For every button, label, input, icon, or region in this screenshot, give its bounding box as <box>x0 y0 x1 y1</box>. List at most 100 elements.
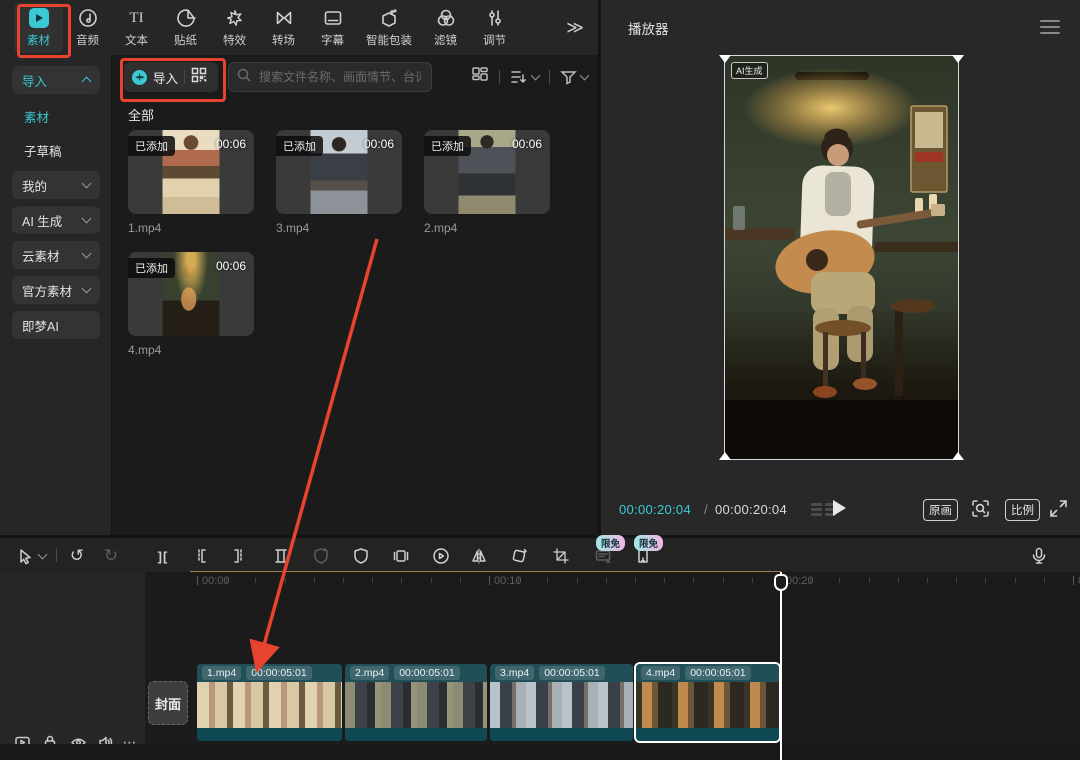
mirror-icon[interactable] <box>468 545 490 567</box>
background-icon[interactable] <box>390 545 412 567</box>
free-limited-badge: 限免 <box>596 535 625 551</box>
expand-panels-button[interactable]: ≫ <box>566 18 584 38</box>
split-keep-right-icon[interactable] <box>228 545 250 567</box>
chevron-down-icon[interactable] <box>36 545 48 567</box>
timeline-ruler[interactable]: 00:00 00:10 00:20 0 <box>0 572 1080 596</box>
tab-captions[interactable]: 字幕 <box>308 3 357 53</box>
crop-icon[interactable] <box>550 545 572 567</box>
media-view-tools <box>471 62 588 92</box>
clip-duration: 00:00:05:01 <box>539 666 604 680</box>
delete-segment-icon[interactable] <box>270 545 292 567</box>
tab-label: 贴纸 <box>174 32 197 48</box>
split-keep-left-icon[interactable] <box>190 545 212 567</box>
text-icon: TI <box>129 7 143 29</box>
added-badge: 已添加 <box>128 258 175 278</box>
sticker-icon <box>176 7 196 29</box>
filter-icon[interactable] <box>560 69 588 85</box>
preview-zoom-icon[interactable] <box>971 499 990 523</box>
resize-handle[interactable] <box>952 55 964 63</box>
timeline-clip-2[interactable]: 2.mp4 00:00:05:01 <box>345 664 487 741</box>
tab-label: 音频 <box>76 32 99 48</box>
added-badge: 已添加 <box>424 136 471 156</box>
media-library-panel: 素材 音频 TI 文本 贴纸 特效 转场 <box>0 0 598 535</box>
playhead-handle[interactable] <box>774 574 788 591</box>
speed-icon[interactable] <box>430 545 452 567</box>
sidebar-item-material[interactable]: 素材 <box>24 107 49 126</box>
timeline-panel: ↺ ↻ ][ 限免 限免 00:00 00:10 00:20 0 <box>0 538 1080 760</box>
mask-icon[interactable] <box>350 545 372 567</box>
tab-filters[interactable]: 滤镜 <box>421 3 470 53</box>
smart-package-icon <box>379 7 399 29</box>
select-tool-icon[interactable] <box>14 545 36 567</box>
microphone-icon[interactable] <box>1028 545 1050 567</box>
sidebar-item-cloud-material[interactable]: 云素材 <box>12 241 100 269</box>
resize-handle[interactable] <box>719 452 731 460</box>
file-name: 2.mp4 <box>424 221 457 235</box>
clip-filmstrip <box>197 682 342 728</box>
clip-duration: 00:00:05:01 <box>685 666 750 680</box>
tab-effects[interactable]: 特效 <box>210 3 259 53</box>
chevron-down-icon <box>531 71 541 81</box>
section-title: 全部 <box>128 105 154 124</box>
rotate-icon[interactable] <box>508 545 530 567</box>
video-preview[interactable]: AI生成 <box>724 55 959 460</box>
undo-icon[interactable]: ↺ <box>66 545 88 567</box>
split-icon[interactable]: ][ <box>152 545 174 567</box>
sidebar-item-jimeng-ai[interactable]: 即梦AI <box>12 311 100 339</box>
preview-frame-art <box>725 56 958 459</box>
cover-button[interactable]: 封面 <box>148 681 188 725</box>
clip-filmstrip <box>636 682 779 728</box>
file-name: 1.mp4 <box>128 221 161 235</box>
player-panel: 播放器 <box>601 0 1080 535</box>
chevron-down-icon <box>82 214 92 224</box>
timeline-toolbar: ↺ ↻ ][ 限免 限免 <box>0 538 1080 572</box>
duration-label: 00:06 <box>512 137 542 151</box>
player-menu-icon[interactable] <box>1040 20 1060 34</box>
sidebar-item-official-material[interactable]: 官方素材 <box>12 276 100 304</box>
media-card-3[interactable]: 已添加 00:06 <box>276 130 402 214</box>
media-card-2[interactable]: 已添加 00:06 <box>424 130 550 214</box>
redo-icon[interactable]: ↻ <box>100 545 122 567</box>
playhead-line[interactable] <box>780 572 782 760</box>
smart-cutout-ai-icon[interactable] <box>310 545 332 567</box>
sidebar-item-subdraft[interactable]: 子草稿 <box>24 141 62 160</box>
filters-icon <box>436 7 456 29</box>
original-quality-button[interactable]: 原画 <box>923 499 958 521</box>
play-button[interactable] <box>833 500 846 516</box>
resize-handle[interactable] <box>952 452 964 460</box>
timeline-clip-1[interactable]: 1.mp4 00:00:05:01 <box>197 664 342 741</box>
media-content-area: 导入 全部 已添加 00:06 1.mp4 <box>113 55 598 535</box>
transitions-icon <box>274 7 294 29</box>
resize-handle[interactable] <box>719 55 731 63</box>
fullscreen-icon[interactable] <box>1049 499 1068 523</box>
top-tab-bar: 素材 音频 TI 文本 贴纸 特效 转场 <box>0 0 598 55</box>
media-card-4[interactable]: 已添加 00:06 <box>128 252 254 336</box>
sort-icon[interactable] <box>510 69 539 85</box>
added-badge: 已添加 <box>276 136 323 156</box>
media-card-1[interactable]: 已添加 00:06 <box>128 130 254 214</box>
chevron-down-icon <box>82 179 92 189</box>
tab-smart-package[interactable]: 智能包装 <box>357 3 421 53</box>
tab-text[interactable]: TI 文本 <box>112 3 161 53</box>
tab-label: 文本 <box>125 32 148 48</box>
chevron-up-icon <box>82 77 92 87</box>
aspect-ratio-button[interactable]: 比例 <box>1005 499 1040 521</box>
timeline-clip-3[interactable]: 3.mp4 00:00:05:01 <box>490 664 633 741</box>
sidebar-item-mine[interactable]: 我的 <box>12 171 100 199</box>
tab-transitions[interactable]: 转场 <box>259 3 308 53</box>
adjust-icon <box>485 7 505 29</box>
search-input[interactable] <box>257 69 423 85</box>
player-controls: 00:00:20:04 / 00:00:20:04 原画 比例 <box>601 492 1080 528</box>
free-limited-badge: 限免 <box>634 535 663 551</box>
tab-sticker[interactable]: 贴纸 <box>161 3 210 53</box>
timeline-clip-4-selected[interactable]: 4.mp4 00:00:05:01 <box>634 662 781 743</box>
tab-label: 调节 <box>483 32 506 48</box>
clip-duration: 00:00:05:01 <box>246 666 311 680</box>
tab-adjust[interactable]: 调节 <box>470 3 519 53</box>
sidebar-item-ai-generate[interactable]: AI 生成 <box>12 206 100 234</box>
sidebar-item-import[interactable]: 导入 <box>12 66 100 94</box>
tab-label: 智能包装 <box>366 32 412 48</box>
tab-label: 特效 <box>223 32 246 48</box>
grid-view-icon[interactable] <box>471 66 489 89</box>
total-timecode: 00:00:20:04 <box>715 502 787 517</box>
